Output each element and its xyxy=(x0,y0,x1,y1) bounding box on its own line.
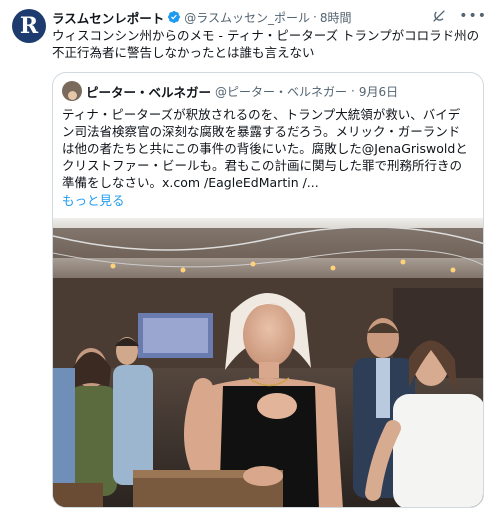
tweet-header: ラスムセンレポート @ラスムッセン_ポール · 8時間 xyxy=(52,8,457,26)
verified-badge-icon xyxy=(168,11,181,23)
tweet-text: ウィスコンシン州からのメモ - ティナ・ピーターズ トランプがコロラド州の 不正… xyxy=(52,28,480,60)
author-avatar[interactable]: R xyxy=(12,9,46,43)
photo-illustration xyxy=(53,218,483,507)
quoted-tweet-date: 9月6日 xyxy=(358,84,399,99)
author-handle[interactable]: @ラスムッセン_ポール xyxy=(184,9,310,26)
tweet-time[interactable]: 8時間 xyxy=(320,9,352,26)
quoted-tweet-card[interactable]: ピーター・ベルネガー @ピーター・ベルネガー · 9月6日 ティナ・ピーターズが… xyxy=(52,72,484,508)
author-name[interactable]: ラスムセンレポート xyxy=(52,8,164,26)
quoted-tweet-text: ティナ・ピーターズが釈放されるのを、トランプ大統領が救い、バイデ ン司法省検察官… xyxy=(62,107,468,190)
header-actions: ••• xyxy=(431,8,487,24)
more-options-icon[interactable]: ••• xyxy=(459,8,487,24)
quoted-author-name[interactable]: ピーター・ベルネガー xyxy=(86,82,211,101)
show-more-link[interactable]: もっと見る xyxy=(62,190,125,209)
quoted-tweet-photo[interactable] xyxy=(53,218,483,507)
grok-icon[interactable] xyxy=(431,8,447,24)
quoted-tweet-header: ピーター・ベルネガー @ピーター・ベルネガー · 9月6日 xyxy=(62,81,399,101)
quoted-author-avatar[interactable] xyxy=(62,81,82,101)
separator-dot: · xyxy=(351,84,355,98)
quoted-author-handle[interactable]: @ピーター・ベルネガー xyxy=(215,83,347,100)
separator-dot: · xyxy=(313,10,317,24)
